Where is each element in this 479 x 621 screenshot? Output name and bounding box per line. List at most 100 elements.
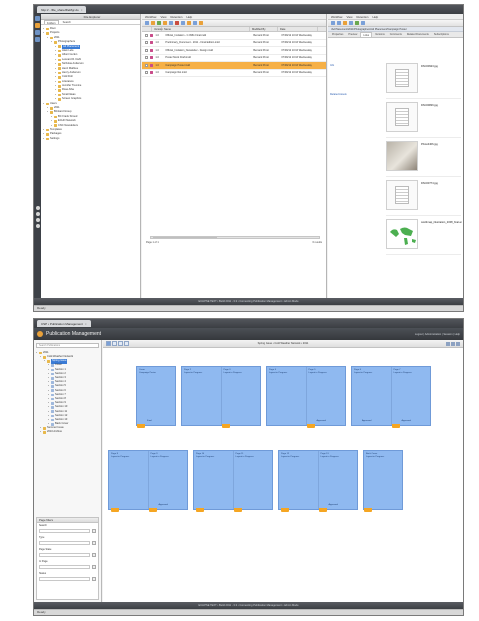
zoom-in-icon[interactable] [331, 21, 335, 25]
page-thumbnail[interactable]: Page 12 Layout in Progress [279, 451, 319, 512]
filter-field[interactable] [39, 541, 90, 545]
row-checkbox[interactable] [145, 71, 148, 75]
page-marker-icon[interactable] [233, 508, 242, 512]
list-icon[interactable] [124, 341, 129, 346]
filter-field[interactable] [39, 577, 90, 581]
tab-folders[interactable]: Folders [44, 20, 59, 25]
lock-icon[interactable] [187, 21, 191, 25]
side-link[interactable]: Related Assets [330, 93, 360, 96]
page-spread[interactable]: Page 6 Layout in Progress Approved Page 7 La… [351, 366, 431, 428]
settings-icon[interactable] [35, 206, 40, 210]
menu-retention[interactable]: Retention [170, 14, 182, 19]
expand-toggle-icon[interactable]: ▸ [40, 355, 42, 359]
download-icon[interactable] [157, 21, 161, 25]
page-thumbnail[interactable]: Page 10 Layout in Progress [194, 451, 234, 512]
expand-toggle-icon[interactable]: ▸ [43, 102, 45, 106]
column-header[interactable] [142, 27, 152, 31]
side-link[interactable]: Info [330, 64, 360, 67]
browser-tab[interactable]: CSP • Publication Management × [37, 320, 91, 327]
file-name[interactable]: Preliminary_Document - 2011 - Final Edit… [165, 41, 253, 44]
move-icon[interactable] [169, 21, 173, 25]
menu-workflow[interactable]: Workflow [331, 14, 342, 19]
preview-tab[interactable]: Properties [330, 32, 345, 37]
settings-icon[interactable] [456, 341, 460, 346]
page-marker-icon[interactable] [318, 508, 327, 512]
power-icon[interactable] [35, 224, 40, 228]
page-marker-icon[interactable] [306, 424, 315, 428]
page-thumbnail[interactable]: Cover Campaign Poster Final [137, 367, 175, 428]
preview-tab[interactable]: Preview [346, 32, 359, 37]
page-marker-icon[interactable] [281, 508, 289, 512]
page-spread[interactable]: Page 8 Layout in Progress Page 9 Layout in … [108, 450, 188, 512]
close-icon[interactable]: × [81, 8, 83, 12]
page-marker-icon[interactable] [137, 424, 145, 428]
thumbnail-row[interactable]: DSC00923.jpg [386, 60, 461, 99]
page-marker-icon[interactable] [391, 424, 400, 428]
preview-tab[interactable]: Comments [388, 32, 404, 37]
expand-toggle-icon[interactable]: ▸ [43, 137, 45, 141]
upload-icon[interactable] [151, 21, 155, 25]
files-icon[interactable] [35, 16, 40, 21]
row-checkbox[interactable] [145, 48, 148, 52]
page-thumbnail[interactable]: Page 9 Layout in Progress Approved [148, 451, 188, 512]
file-name[interactable]: Official_Invitation - C.0961 Final.indd [165, 34, 253, 37]
column-header[interactable]: Name [162, 27, 250, 31]
preview-tab[interactable]: Versions [373, 32, 387, 37]
filter-field[interactable] [39, 553, 90, 557]
thumbnail-image[interactable] [386, 63, 418, 93]
file-name[interactable]: Official_Invitation_Newsletter - Design.… [165, 49, 253, 52]
page-thumbnail[interactable]: Page 8 Layout in Progress [109, 451, 149, 512]
menu-workflow[interactable]: Workflow [145, 14, 156, 19]
page-thumbnail[interactable]: Page 13 Layout in Progress Approved [318, 451, 358, 512]
menu-help[interactable]: Help [372, 14, 378, 19]
page-spread[interactable]: Page 10 Layout in Progress Page 11 Layout i… [193, 450, 273, 512]
thumbnail-row[interactable]: DSC00826.jpg [386, 99, 461, 138]
page-thumbnail[interactable]: Back Cover Layout in Progress [364, 451, 402, 512]
thumbnail-row[interactable]: worldmap_illustration_2008_final.ai [386, 216, 462, 255]
delete-icon[interactable] [175, 21, 179, 25]
rotate-icon[interactable] [343, 21, 347, 25]
page-spread[interactable]: Cover Campaign Poster Final [136, 366, 176, 428]
thumbnail-row[interactable]: DSC00774.jpg [386, 177, 461, 216]
page-marker-icon[interactable] [196, 508, 204, 512]
page-spread[interactable]: Page 12 Layout in Progress Page 13 Layout i… [278, 450, 358, 512]
expand-toggle-icon[interactable]: ▸ [44, 359, 46, 363]
page-thumbnail[interactable]: Page 5 Layout in Progress Approved [306, 367, 346, 428]
help-icon[interactable] [35, 218, 40, 222]
clear-filter-button[interactable] [92, 529, 96, 533]
thumbnail-name[interactable]: DSC00826.jpg [421, 102, 438, 107]
page-thumbnail[interactable]: Page 6 Layout in Progress Approved [352, 367, 392, 425]
page-spread[interactable]: Back Cover Layout in Progress [363, 450, 403, 512]
file-row[interactable]: 1.0 Campaign Poster.indd Bernard Prost 07/0… [142, 62, 326, 70]
single-page-icon[interactable] [106, 341, 111, 346]
column-header[interactable]: Date [278, 27, 318, 31]
thumbnail-name[interactable]: DSC00774.jpg [421, 180, 438, 185]
thumbnail-icon[interactable] [118, 341, 123, 346]
thumbnail-name[interactable]: Photo4406.jpg [421, 141, 438, 146]
folder-icon[interactable] [35, 23, 40, 28]
expand-toggle-icon[interactable]: ▸ [36, 351, 38, 355]
menu-view[interactable]: View [160, 14, 166, 19]
thumbnail-image[interactable] [386, 180, 418, 210]
page-thumbnail[interactable]: Page 4 Layout in Progress [267, 367, 307, 425]
preview-tab[interactable]: Subscriptions [432, 32, 451, 37]
tag-icon[interactable] [199, 21, 203, 25]
page-spread[interactable]: Page 2 Layout in Progress Page 3 Layout in … [181, 366, 261, 428]
expand-toggle-icon[interactable]: ▸ [47, 36, 49, 40]
page-marker-icon[interactable] [111, 508, 119, 512]
user-icon[interactable] [35, 212, 40, 216]
browser-tab[interactable]: http://.../file_share/fileMgr.do × [37, 6, 87, 13]
tree-item[interactable]: ▸ Settings [43, 137, 140, 141]
clear-filter-button[interactable] [92, 541, 96, 545]
thumbnail-image[interactable] [386, 141, 418, 171]
list-view-icon[interactable] [361, 21, 365, 25]
thumbnail-row[interactable]: Photo4406.jpg [386, 138, 461, 177]
column-header[interactable]: Modified By [250, 27, 278, 31]
grid-icon[interactable] [451, 341, 455, 346]
preview-tab[interactable]: Links [360, 32, 373, 37]
zoom-out-icon[interactable] [337, 21, 341, 25]
menu-view[interactable]: View [346, 14, 352, 19]
share-icon[interactable] [193, 21, 197, 25]
column-header[interactable]: Version [152, 27, 163, 31]
thumbnail-name[interactable]: worldmap_illustration_2008_final.ai [421, 219, 462, 224]
